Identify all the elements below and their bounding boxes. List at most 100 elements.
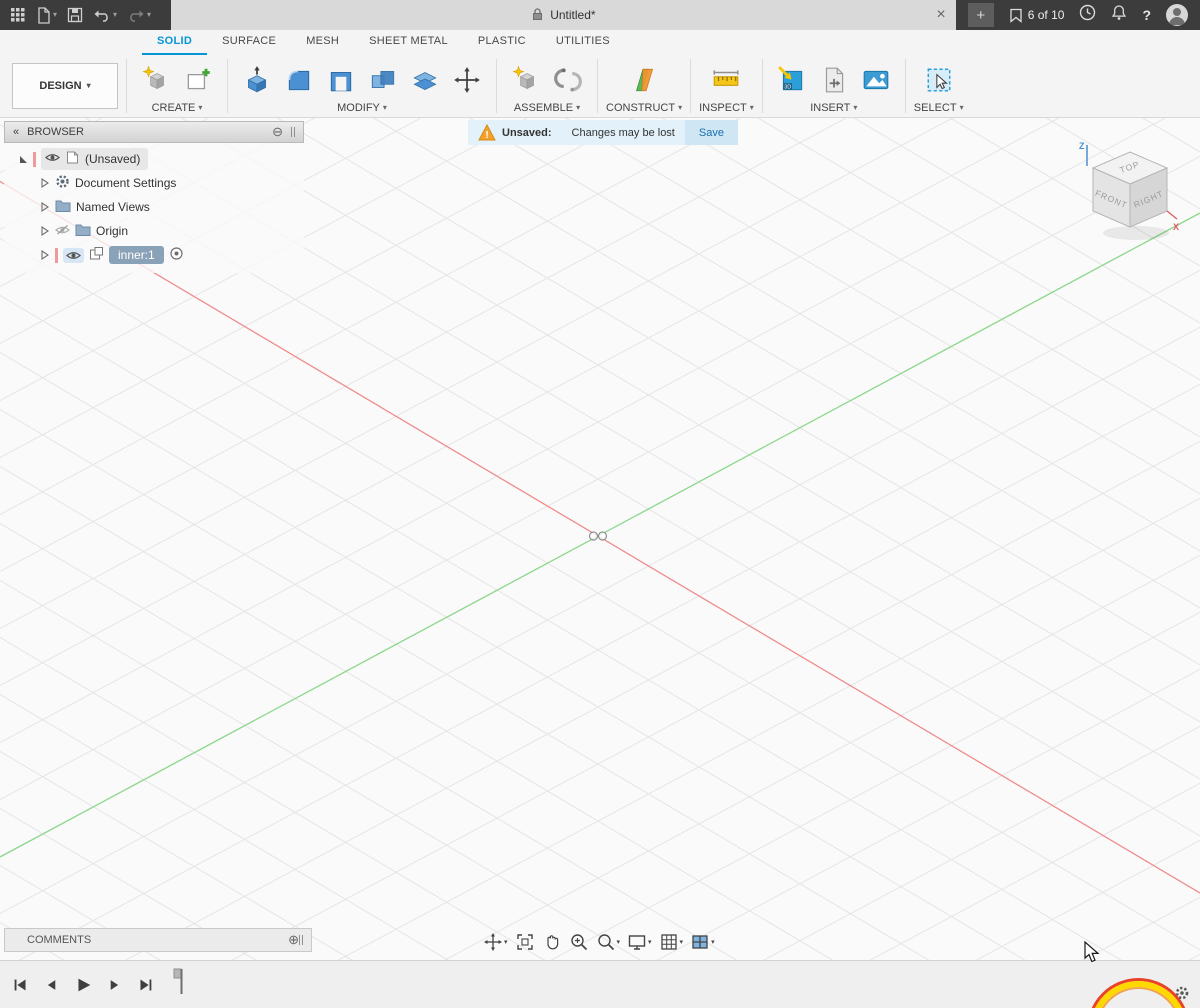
- assemble-new-component-button[interactable]: [505, 59, 547, 101]
- activate-component-radio[interactable]: [169, 246, 184, 264]
- help-icon[interactable]: ?: [1142, 7, 1151, 23]
- tab-utilities[interactable]: UTILITIES: [541, 30, 625, 55]
- comments-panel-bar[interactable]: COMMENTS ⊕: [4, 928, 312, 952]
- nav-grid-settings-button[interactable]: ▾: [658, 930, 685, 954]
- go-to-start-button[interactable]: [10, 974, 32, 996]
- visibility-eye-icon[interactable]: [63, 248, 84, 263]
- titlebar-right-tools: + 6 of 10 ?: [956, 0, 1200, 30]
- file-menu-button[interactable]: ▾: [36, 3, 57, 27]
- group-insert: 3D INSERT▾: [771, 59, 897, 114]
- panel-drag-handle[interactable]: [291, 127, 295, 137]
- document-switcher[interactable]: 6 of 10: [1009, 8, 1065, 23]
- group-label-modify[interactable]: MODIFY▾: [337, 102, 387, 114]
- nav-fit-button[interactable]: [514, 930, 536, 954]
- fillet-button[interactable]: [278, 59, 320, 101]
- close-tab-icon[interactable]: ×: [936, 7, 945, 23]
- go-to-end-button[interactable]: [134, 974, 156, 996]
- nav-display-settings-button[interactable]: ▾: [626, 930, 653, 954]
- nav-pan-button[interactable]: ▾: [482, 930, 509, 954]
- tree-row-root[interactable]: (Unsaved): [4, 147, 304, 171]
- combine-button[interactable]: [362, 59, 404, 101]
- mouse-cursor: [1083, 941, 1103, 963]
- undo-button[interactable]: ▾: [93, 3, 117, 27]
- tree-item-label[interactable]: Named Views: [76, 200, 150, 214]
- disclosure-icon[interactable]: [40, 226, 50, 236]
- create-sketch-button[interactable]: [177, 59, 219, 101]
- insert-derive-button[interactable]: 3D: [771, 59, 813, 101]
- tree-row-named-views[interactable]: Named Views: [4, 195, 304, 219]
- insert-canvas-button[interactable]: [855, 59, 897, 101]
- nav-zoom-button[interactable]: [568, 930, 590, 954]
- tab-solid[interactable]: SOLID: [142, 30, 207, 55]
- measure-button[interactable]: [705, 59, 747, 101]
- chevron-down-icon: ▾: [113, 11, 117, 19]
- avatar[interactable]: [1166, 4, 1188, 26]
- insert-mesh-button[interactable]: [813, 59, 855, 101]
- chevron-down-icon: ▾: [750, 103, 754, 112]
- chevron-down-icon: ▾: [617, 938, 621, 946]
- select-tool-button[interactable]: [918, 59, 960, 101]
- visibility-eye-icon[interactable]: [45, 152, 60, 166]
- expand-comments-icon[interactable]: ⊕: [288, 932, 299, 948]
- group-label-create[interactable]: CREATE▾: [152, 102, 203, 114]
- warning-icon: !: [478, 124, 496, 141]
- disclosure-icon[interactable]: [40, 250, 50, 260]
- construction-plane-button[interactable]: [623, 59, 665, 101]
- tree-row-inner-1[interactable]: inner:1: [4, 243, 304, 267]
- group-assemble: ASSEMBLE▾: [505, 59, 589, 114]
- warning-save-button[interactable]: Save: [685, 120, 738, 145]
- redo-button[interactable]: ▾: [127, 3, 151, 27]
- nav-viewports-button[interactable]: ▾: [689, 930, 716, 954]
- new-component-button[interactable]: [135, 59, 177, 101]
- tree-row-document-settings[interactable]: Document Settings: [4, 171, 304, 195]
- app-grid-icon[interactable]: [10, 3, 26, 27]
- selected-tree-item-label[interactable]: inner:1: [109, 246, 164, 264]
- group-label-assemble[interactable]: ASSEMBLE▾: [514, 102, 580, 114]
- move-copy-button[interactable]: [446, 59, 488, 101]
- new-tab-button[interactable]: +: [968, 3, 994, 27]
- step-back-button[interactable]: [41, 974, 63, 996]
- disclosure-icon[interactable]: [40, 178, 50, 188]
- divider: [690, 59, 691, 113]
- visibility-off-eye-icon[interactable]: [55, 224, 70, 239]
- panel-drag-handle[interactable]: [299, 935, 303, 945]
- timeline-bar: [0, 960, 1200, 1008]
- timeline-marker[interactable]: [173, 967, 189, 1002]
- play-button[interactable]: [72, 974, 94, 996]
- tab-plastic[interactable]: PLASTIC: [463, 30, 541, 55]
- view-cube[interactable]: Z TOP FRONT RIGHT X: [1074, 138, 1186, 250]
- expanded-disclosure-icon[interactable]: [18, 154, 28, 164]
- step-forward-button[interactable]: [103, 974, 125, 996]
- root-document-label[interactable]: (Unsaved): [85, 152, 140, 166]
- group-label-construct[interactable]: CONSTRUCT▾: [606, 102, 682, 114]
- group-label-insert[interactable]: INSERT▾: [810, 102, 857, 114]
- disclosure-icon[interactable]: [40, 202, 50, 212]
- nav-hand-button[interactable]: [541, 930, 563, 954]
- tree-item-label[interactable]: Document Settings: [75, 176, 176, 190]
- tree-item-label[interactable]: Origin: [96, 224, 128, 238]
- group-label-select[interactable]: SELECT▾: [914, 102, 964, 114]
- panel-options-icon[interactable]: ⊖: [272, 124, 283, 140]
- offset-face-button[interactable]: [404, 59, 446, 101]
- tab-mesh[interactable]: MESH: [291, 30, 354, 55]
- joint-button[interactable]: [547, 59, 589, 101]
- workspace-selector-button[interactable]: DESIGN ▾: [12, 63, 118, 109]
- nav-zoom-options-button[interactable]: ▾: [595, 930, 622, 954]
- save-button[interactable]: [67, 3, 83, 27]
- press-pull-button[interactable]: [236, 59, 278, 101]
- warning-label: Unsaved:: [502, 127, 552, 139]
- tab-surface[interactable]: SURFACE: [207, 30, 291, 55]
- recent-icon[interactable]: [1079, 4, 1096, 26]
- warning-message: Changes may be lost: [572, 127, 675, 139]
- navigation-bar: ▾ ▾ ▾ ▾ ▾: [482, 930, 716, 954]
- chevron-down-icon: ▾: [383, 103, 387, 112]
- browser-header[interactable]: « BROWSER ⊖: [4, 121, 304, 143]
- group-label-inspect[interactable]: INSPECT▾: [699, 102, 754, 114]
- collapse-panel-icon[interactable]: «: [13, 126, 19, 138]
- tab-sheet-metal[interactable]: SHEET METAL: [354, 30, 463, 55]
- tree-row-origin[interactable]: Origin: [4, 219, 304, 243]
- notifications-bell-icon[interactable]: [1111, 4, 1127, 26]
- shell-button[interactable]: [320, 59, 362, 101]
- document-tab[interactable]: Untitled* ×: [171, 0, 956, 30]
- viewport-canvas[interactable]: ! Unsaved: Changes may be lost Save « BR…: [0, 118, 1200, 960]
